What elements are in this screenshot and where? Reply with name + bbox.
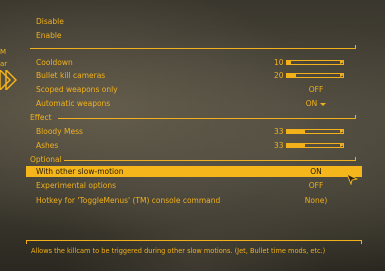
setting-label: Ashes [36, 141, 59, 150]
setting-row-ashes[interactable]: Ashes 33 [26, 140, 362, 151]
section-rule [64, 160, 356, 161]
caret-down-icon [320, 102, 327, 106]
setting-dropdown[interactable]: ON [286, 98, 346, 109]
side-menu-edge: M ar [0, 0, 18, 271]
setting-value[interactable]: OFF [286, 84, 346, 95]
slider-value: 20 [274, 71, 284, 80]
setting-row-with-other-slow-motion[interactable]: With other slow-motion ON [26, 166, 362, 177]
setting-value[interactable]: ON [286, 166, 346, 177]
ashes-slider[interactable]: 33 [274, 141, 346, 150]
bloody-mess-slider[interactable]: 33 [274, 127, 346, 136]
slider-left-arrow-icon[interactable] [286, 143, 290, 147]
slider-track[interactable] [286, 143, 344, 148]
slider-left-arrow-icon[interactable] [286, 60, 290, 64]
setting-row-hotkey-togglemenus[interactable]: Hotkey for 'ToggleMenus' (TM) console co… [26, 195, 362, 206]
bullet-kill-slider[interactable]: 20 [274, 71, 346, 80]
cursor-icon [346, 173, 358, 185]
slider-right-arrow-icon[interactable] [340, 143, 344, 147]
dropdown-value: ON [305, 99, 318, 108]
setting-value[interactable]: OFF [286, 180, 346, 191]
description-text: Allows the killcam to be triggered durin… [31, 247, 326, 255]
edge-label-2: ar [0, 60, 8, 68]
setting-label: Hotkey for 'ToggleMenus' (TM) console co… [36, 196, 221, 205]
slider-left-arrow-icon[interactable] [286, 129, 290, 133]
slider-value: 33 [274, 141, 284, 150]
section-title: Optional [30, 155, 62, 164]
setting-label: Cooldown [36, 58, 73, 67]
slider-track[interactable] [286, 129, 344, 134]
description-bar: Allows the killcam to be triggered durin… [26, 240, 362, 262]
chevron-right-icon[interactable] [0, 70, 18, 90]
edge-label-1: M [0, 48, 7, 56]
slider-right-arrow-icon[interactable] [340, 129, 344, 133]
menu-item-label: Enable [36, 31, 62, 40]
divider [30, 48, 356, 49]
menu-item-disable[interactable]: Disable [26, 16, 362, 27]
section-tick [355, 157, 356, 161]
slider-track[interactable] [286, 73, 344, 78]
description-top-rule [26, 240, 362, 241]
description-right-tick [361, 240, 362, 244]
setting-row-bullet-kill-cameras[interactable]: Bullet kill cameras 20 [26, 70, 362, 81]
slider-track[interactable] [286, 60, 344, 65]
setting-row-cooldown[interactable]: Cooldown 10 [26, 57, 362, 68]
cooldown-slider[interactable]: 10 [274, 58, 346, 67]
setting-label: Scoped weapons only [36, 85, 118, 94]
setting-label: Automatic weapons [36, 99, 111, 108]
description-left-tick [26, 240, 27, 244]
section-rule [58, 118, 356, 119]
setting-label: Bullet kill cameras [36, 71, 106, 80]
setting-label: Experimental options [36, 181, 117, 190]
setting-row-bloody-mess[interactable]: Bloody Mess 33 [26, 126, 362, 137]
slider-left-arrow-icon[interactable] [286, 73, 290, 77]
setting-row-experimental-options[interactable]: Experimental options OFF [26, 180, 362, 191]
slider-right-arrow-icon[interactable] [340, 60, 344, 64]
setting-row-scoped-weapons[interactable]: Scoped weapons only OFF [26, 84, 362, 95]
menu-item-label: Disable [36, 17, 64, 26]
section-tick [355, 115, 356, 119]
settings-panel: Disable Enable Cooldown 10 Bullet kill c… [26, 12, 362, 252]
setting-value[interactable]: None) [286, 195, 346, 206]
setting-label: With other slow-motion [36, 167, 124, 176]
section-title: Effect [30, 113, 52, 122]
setting-label: Bloody Mess [36, 127, 83, 136]
slider-value: 10 [274, 58, 284, 67]
slider-value: 33 [274, 127, 284, 136]
divider-tick [355, 45, 356, 49]
menu-item-enable[interactable]: Enable [26, 30, 362, 41]
slider-right-arrow-icon[interactable] [340, 73, 344, 77]
setting-row-automatic-weapons[interactable]: Automatic weapons ON [26, 98, 362, 109]
